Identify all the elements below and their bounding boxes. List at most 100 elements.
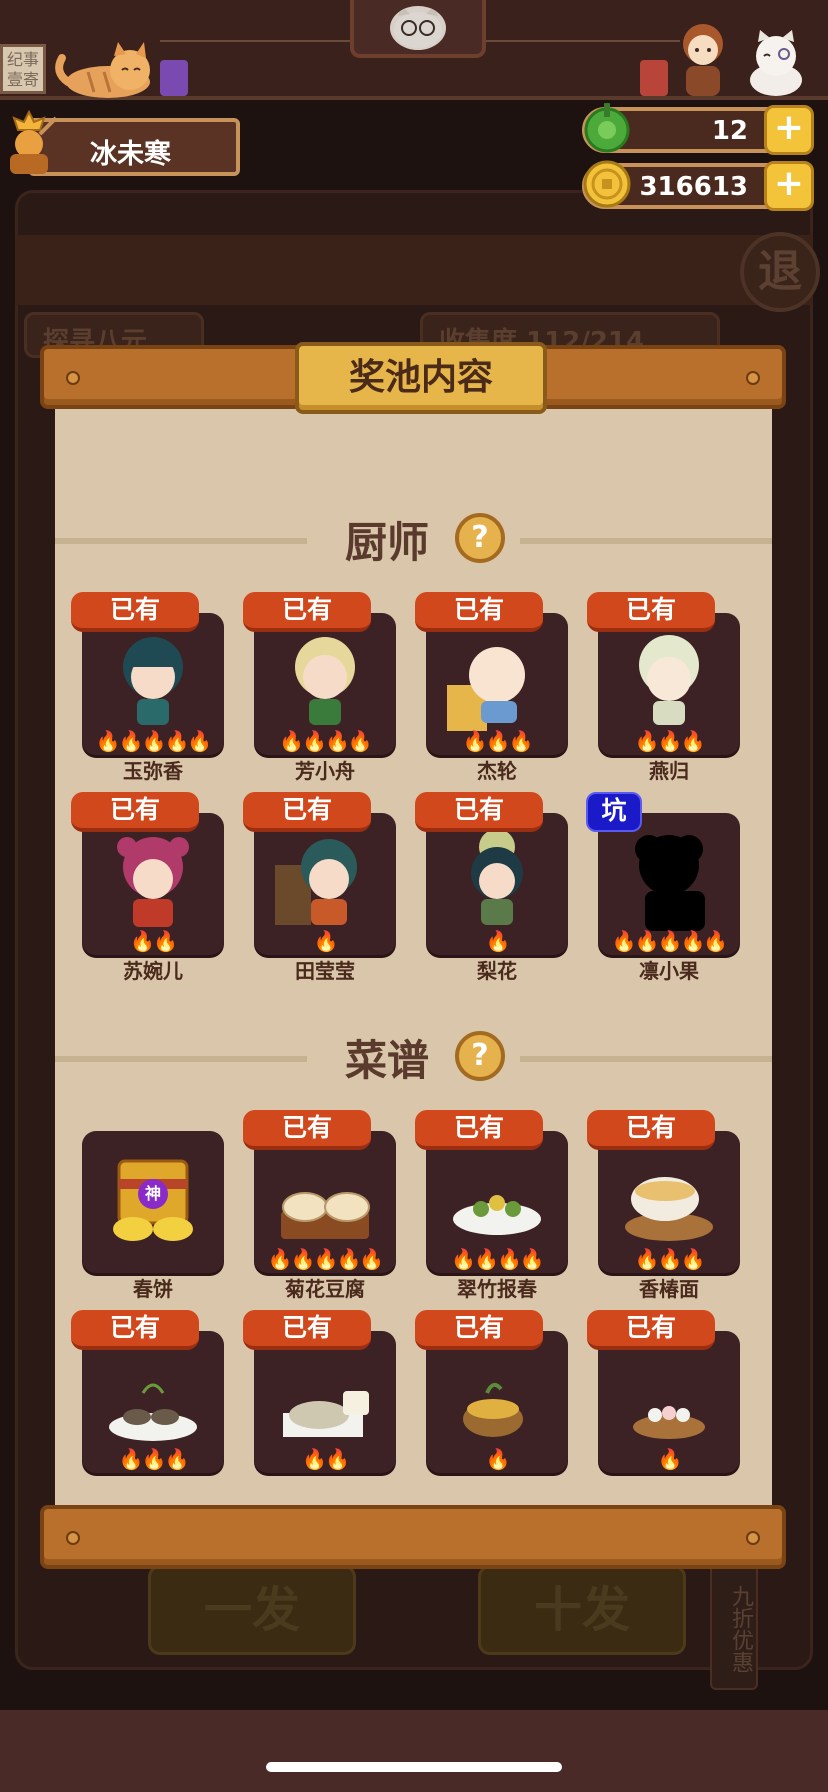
pit-badge: 坑 bbox=[586, 792, 642, 832]
dish-icon bbox=[283, 1391, 369, 1437]
owned-badge: 已有 bbox=[415, 1310, 543, 1350]
chef-card-yangui[interactable]: 🔥🔥🔥 bbox=[598, 613, 740, 755]
chef-help-button[interactable]: ? bbox=[455, 513, 505, 563]
discount-label: 九折优惠 bbox=[710, 1560, 758, 1690]
recipe-name: 春饼 bbox=[133, 1277, 173, 1301]
recipe-card[interactable]: 🔥🔥 bbox=[254, 1331, 396, 1473]
rarity-flames: 🔥🔥🔥🔥🔥 bbox=[611, 929, 729, 953]
rarity-flames: 🔥🔥🔥🔥🔥 bbox=[267, 1247, 385, 1271]
chef-name: 田莹莹 bbox=[295, 959, 355, 983]
cat-portrait-icon bbox=[390, 6, 446, 50]
chef-card-linxiaoguo[interactable]: 🔥🔥🔥🔥🔥 bbox=[598, 813, 740, 955]
owned-badge: 已有 bbox=[587, 1310, 715, 1350]
chef-name: 燕归 bbox=[649, 759, 689, 783]
recipe-name: 翠竹报春 bbox=[457, 1277, 537, 1301]
dish-icon bbox=[625, 1177, 713, 1241]
bottom-safe-area bbox=[0, 1710, 828, 1792]
jade-icon bbox=[584, 103, 630, 153]
rarity-flames: 🔥🔥🔥 bbox=[118, 1447, 190, 1471]
divider bbox=[520, 538, 772, 544]
chef-portrait-icon bbox=[117, 837, 189, 927]
owned-badge: 已有 bbox=[243, 592, 371, 632]
dish-icon bbox=[633, 1406, 705, 1439]
jade-count: 12 bbox=[711, 116, 748, 146]
dish-icon bbox=[109, 1383, 197, 1441]
chef-avatar-icon[interactable] bbox=[0, 110, 58, 178]
white-cat-icon bbox=[750, 30, 802, 96]
owned-badge: 已有 bbox=[243, 1110, 371, 1150]
chef-portrait-icon bbox=[639, 635, 699, 725]
add-coin-button[interactable]: + bbox=[764, 161, 814, 211]
rarity-flames: 🔥🔥🔥 bbox=[634, 1247, 706, 1271]
jar-icon bbox=[160, 60, 188, 96]
jar-icon bbox=[640, 60, 668, 96]
nail-icon bbox=[746, 371, 760, 385]
rarity-flames: 🔥🔥🔥🔥🔥 bbox=[95, 729, 213, 753]
records-sign-text: 纪事 壹寄 bbox=[6, 50, 39, 89]
recipe-help-button[interactable]: ? bbox=[455, 1031, 505, 1081]
rarity-flames: 🔥🔥 bbox=[302, 1447, 350, 1471]
recipe-card-juhuadoufu[interactable]: 🔥🔥🔥🔥🔥 bbox=[254, 1131, 396, 1273]
nail-icon bbox=[66, 371, 80, 385]
recipe-name: 菊花豆腐 bbox=[285, 1277, 365, 1301]
rarity-flames: 🔥🔥🔥 bbox=[462, 729, 534, 753]
chef-card-fangxiaozhou[interactable]: 🔥🔥🔥🔥 bbox=[254, 613, 396, 755]
hanging-portrait-sign bbox=[350, 0, 486, 58]
chef-portrait-icon bbox=[447, 647, 525, 731]
chef-card-yumixiang[interactable]: 🔥🔥🔥🔥🔥 bbox=[82, 613, 224, 755]
nail-icon bbox=[746, 1531, 760, 1545]
recipe-card[interactable]: 🔥 bbox=[426, 1331, 568, 1473]
divider bbox=[520, 1056, 772, 1062]
coin-icon bbox=[583, 160, 631, 208]
recipe-card[interactable]: 🔥🔥🔥 bbox=[82, 1331, 224, 1473]
rarity-flames: 🔥 bbox=[485, 929, 511, 953]
jade-currency-bar: 12 + bbox=[582, 103, 814, 155]
chef-card-suwaner[interactable]: 🔥🔥 bbox=[82, 813, 224, 955]
divider bbox=[55, 538, 307, 544]
owned-badge: 已有 bbox=[243, 1310, 371, 1350]
chef-character-icon bbox=[683, 24, 723, 96]
section-title: 厨师 bbox=[345, 518, 430, 567]
chef-card-lihua[interactable]: 🔥 bbox=[426, 813, 568, 955]
exit-button[interactable]: 退 bbox=[740, 232, 820, 312]
dish-icon bbox=[453, 1195, 541, 1235]
dish-icon bbox=[463, 1382, 523, 1437]
records-sign[interactable]: 纪事 壹寄 bbox=[0, 44, 46, 94]
modal-title: 奖池内容 bbox=[348, 357, 493, 398]
home-indicator[interactable] bbox=[266, 1762, 562, 1772]
chef-card-jielun[interactable]: 🔥🔥🔥 bbox=[426, 613, 568, 755]
rarity-flames: 🔥🔥 bbox=[130, 929, 178, 953]
owned-badge: 已有 bbox=[243, 792, 371, 832]
player-name-plate[interactable]: 冰未寒 bbox=[28, 118, 240, 176]
coin-currency-bar: 316613 + bbox=[582, 160, 814, 211]
owned-badge: 已有 bbox=[587, 592, 715, 632]
chef-card-tianyingying[interactable]: 🔥 bbox=[254, 813, 396, 955]
background-banner bbox=[15, 235, 813, 305]
tabby-cat-icon bbox=[55, 42, 150, 98]
chef-name: 芳小舟 bbox=[295, 759, 355, 783]
owned-badge: 已有 bbox=[71, 1310, 199, 1350]
recipe-card-xiangchunmian[interactable]: 🔥🔥🔥 bbox=[598, 1131, 740, 1273]
chef-portrait-icon bbox=[471, 829, 523, 925]
chef-name: 苏婉儿 bbox=[123, 959, 183, 983]
locked-silhouette-icon bbox=[635, 835, 705, 931]
nail-icon bbox=[66, 1531, 80, 1545]
recipe-section-header: 菜谱 ? bbox=[55, 1027, 772, 1087]
recipe-card[interactable]: 🔥 bbox=[598, 1331, 740, 1473]
rarity-flames: 🔥🔥🔥🔥 bbox=[451, 1247, 545, 1271]
add-jade-button[interactable]: + bbox=[764, 105, 814, 155]
coin-count: 316613 bbox=[639, 172, 748, 202]
player-name: 冰未寒 bbox=[90, 139, 171, 170]
owned-badge: 已有 bbox=[415, 592, 543, 632]
draw-ten-button[interactable]: 十发 bbox=[478, 1565, 686, 1655]
rarity-flames: 🔥🔥🔥🔥 bbox=[279, 729, 373, 753]
dish-icon bbox=[281, 1192, 370, 1239]
rarity-flames: 🔥🔥🔥 bbox=[634, 729, 706, 753]
recipe-card-chunbing[interactable]: 神 bbox=[82, 1131, 224, 1273]
rarity-flames: 🔥 bbox=[657, 1447, 683, 1471]
recipe-card-cuizhubaochun[interactable]: 🔥🔥🔥🔥 bbox=[426, 1131, 568, 1273]
chef-name: 玉弥香 bbox=[123, 759, 183, 783]
draw-one-button[interactable]: 一发 bbox=[148, 1565, 356, 1655]
divine-tag: 神 bbox=[138, 1179, 168, 1209]
divider bbox=[55, 1056, 307, 1062]
